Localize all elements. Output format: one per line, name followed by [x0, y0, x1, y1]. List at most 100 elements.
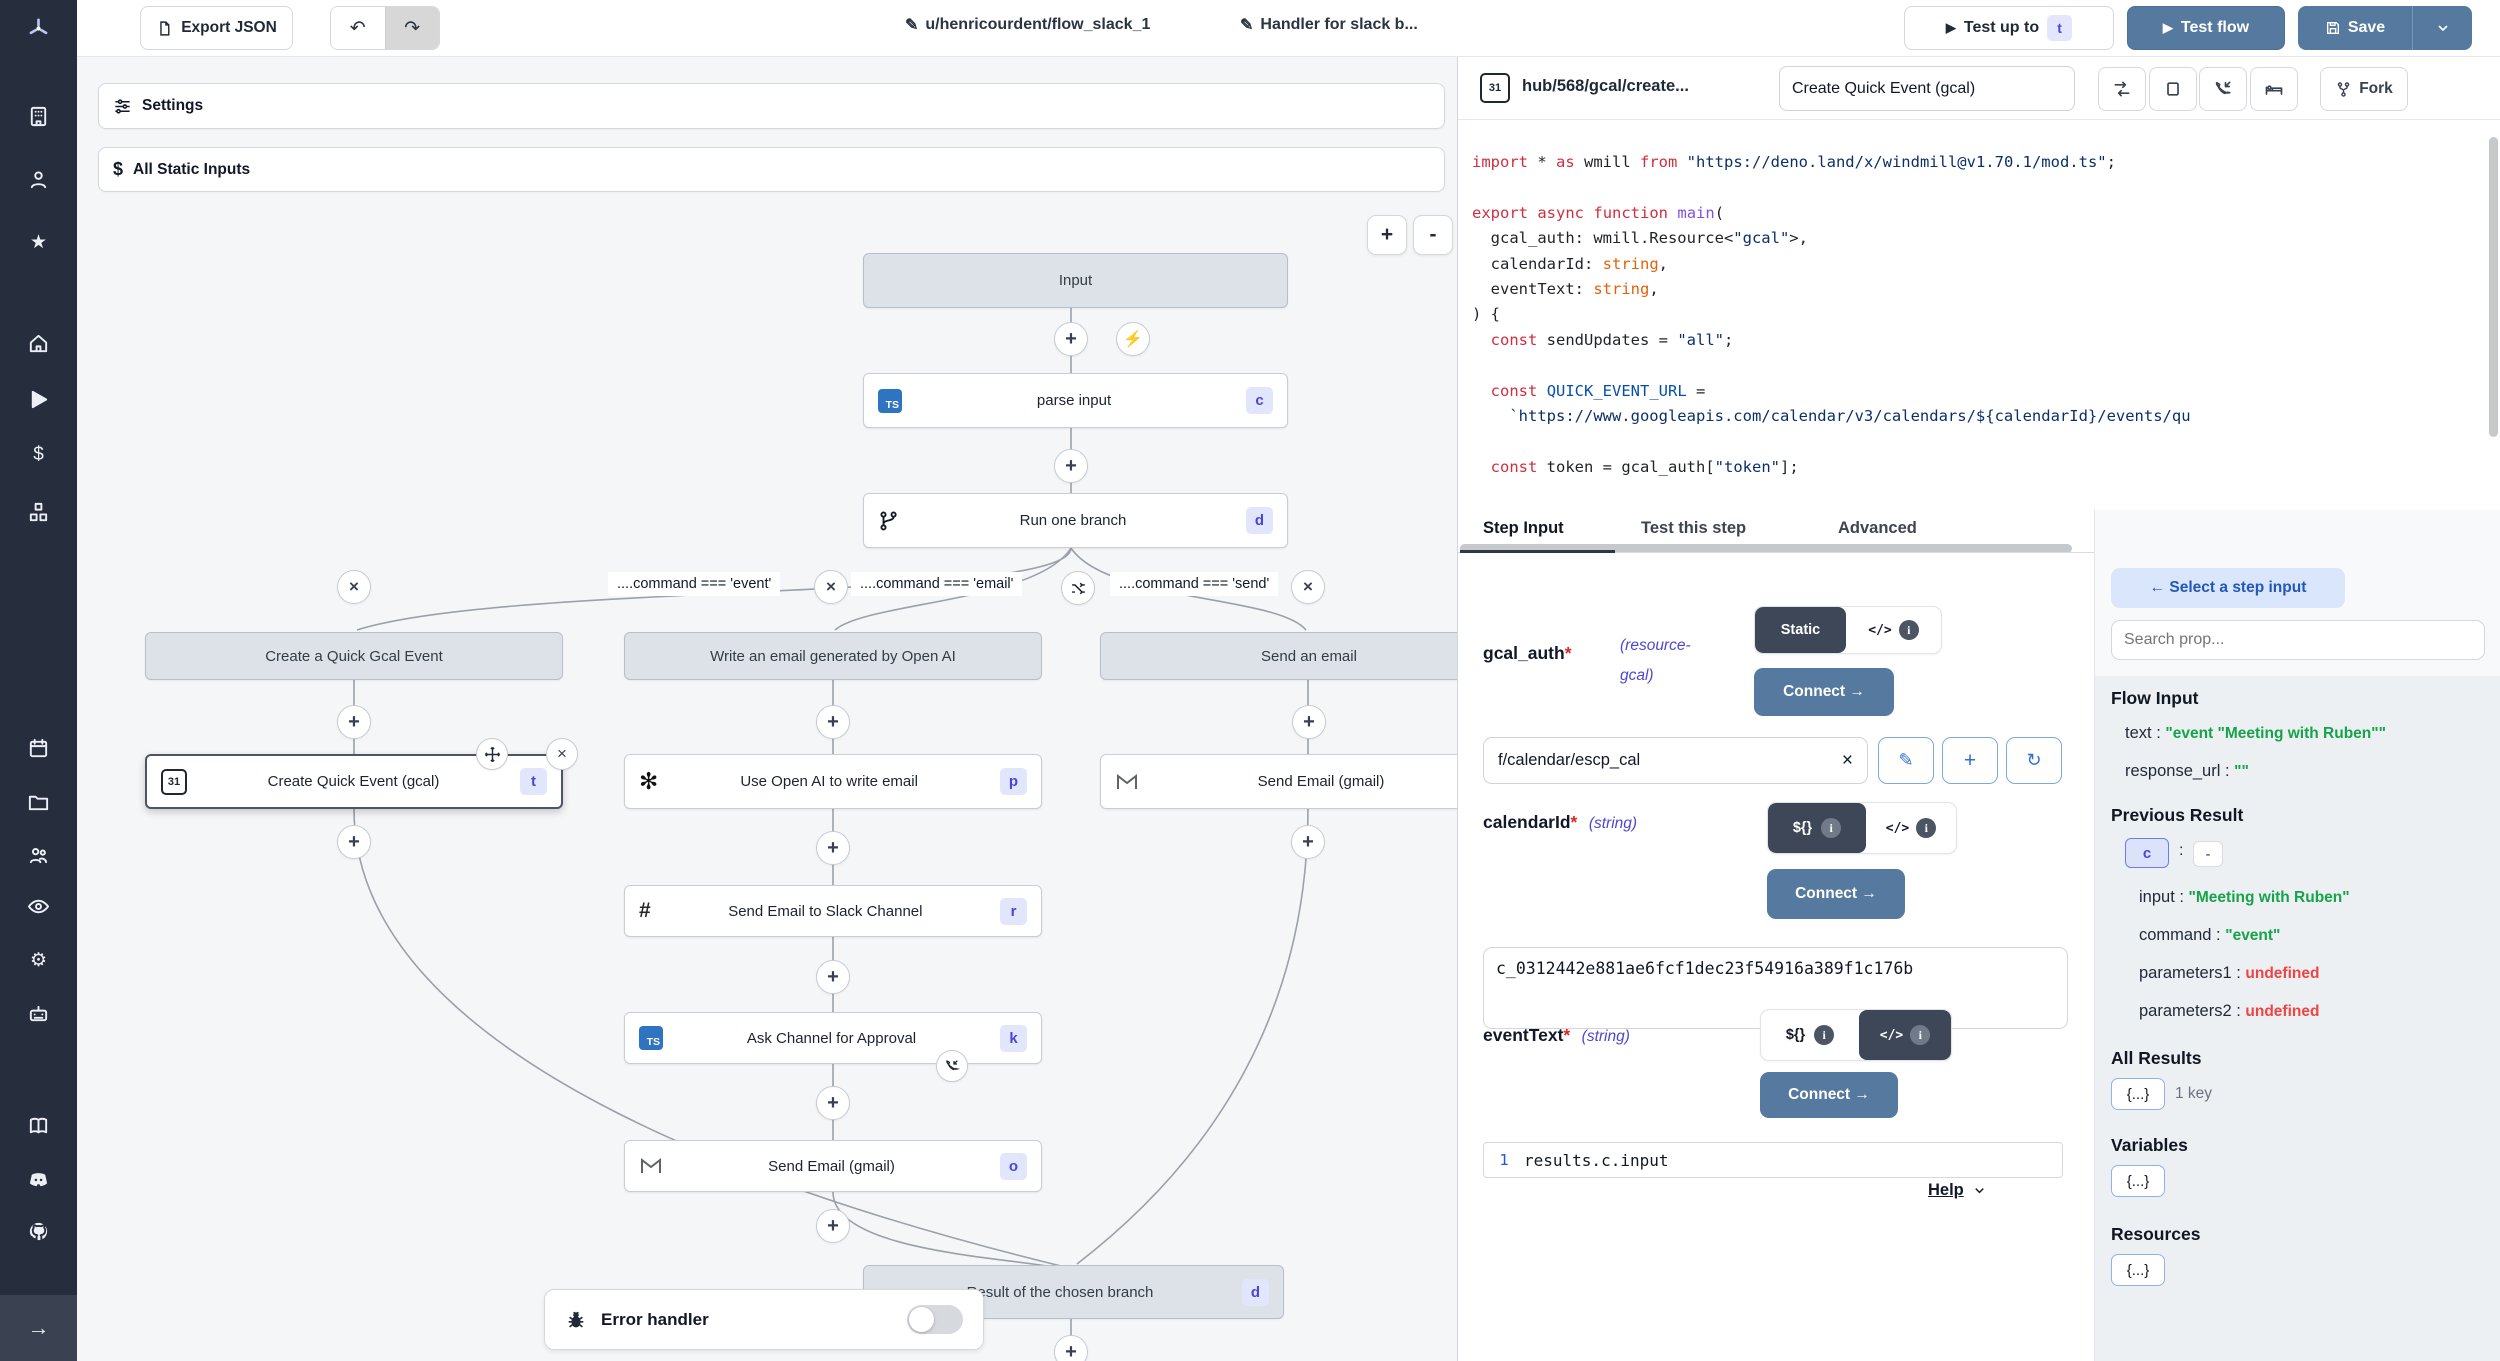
suspend-phone-icon[interactable]	[936, 1050, 968, 1082]
gcal-auth-mode-toggle[interactable]: Static </> i	[1754, 606, 1942, 654]
test-up-to-button[interactable]: ▶ Test up to t	[1904, 6, 2114, 50]
prop-row-parameters1[interactable]: parameters1 : undefined	[2139, 964, 2319, 983]
flow-node-use-openai[interactable]: ✻ Use Open AI to write email p	[624, 754, 1042, 809]
add-step-button[interactable]: +	[337, 825, 371, 859]
fork-button[interactable]: Fork	[2320, 67, 2408, 111]
flow-node-input[interactable]: Input	[863, 253, 1288, 308]
add-step-button[interactable]: +	[337, 705, 371, 739]
discord-icon[interactable]	[0, 1159, 77, 1199]
code-vscrollbar[interactable]	[2489, 137, 2498, 437]
code-mode-option[interactable]: </> i	[1859, 1010, 1951, 1060]
step-name-input[interactable]	[1779, 66, 2075, 111]
branch-predicate-icon[interactable]	[1061, 571, 1095, 605]
template-mode-option[interactable]: ${} i	[1768, 803, 1866, 853]
add-step-button[interactable]: +	[1291, 825, 1325, 859]
flow-summary-breadcrumb[interactable]: ✎ Handler for slack b...	[1240, 15, 1418, 35]
flow-node-ask-approval[interactable]: TS Ask Channel for Approval k	[624, 1012, 1042, 1064]
flow-path-breadcrumb[interactable]: ✎ u/henricourdent/flow_slack_1	[905, 15, 1150, 35]
add-step-button[interactable]: +	[1054, 322, 1088, 356]
delete-branch-button[interactable]: ×	[814, 570, 848, 604]
static-mode-option[interactable]: Static	[1755, 607, 1846, 653]
branch-header[interactable]: Send an email	[1100, 632, 1458, 680]
undo-button[interactable]: ↶	[331, 7, 385, 49]
info-icon[interactable]: i	[1899, 620, 1919, 640]
code-editor[interactable]: import * as wmill from "https://deno.lan…	[1458, 120, 2500, 544]
template-mode-option[interactable]: ${} i	[1761, 1010, 1859, 1060]
sync-script-button[interactable]	[2098, 67, 2146, 111]
prop-row-response-url[interactable]: response_url : ""	[2125, 762, 2249, 781]
add-step-button[interactable]: +	[1054, 1335, 1088, 1361]
zoom-in-button[interactable]: +	[1367, 215, 1407, 255]
tab-step-input[interactable]: Step Input	[1483, 519, 1564, 538]
tab-advanced[interactable]: Advanced	[1838, 519, 1917, 538]
code-mode-option[interactable]: </> i	[1846, 607, 1941, 653]
prop-row-input[interactable]: input : "Meeting with Ruben"	[2139, 888, 2350, 907]
clear-x-icon[interactable]: ×	[1842, 750, 1853, 772]
add-step-button[interactable]: +	[816, 1086, 850, 1120]
audit-eye-icon[interactable]	[0, 886, 77, 926]
export-json-button[interactable]: Export JSON	[140, 6, 293, 50]
info-icon[interactable]: i	[1814, 1025, 1834, 1045]
event-text-connect-button[interactable]: Connect →	[1760, 1072, 1898, 1118]
prop-row-text[interactable]: text : "event "Meeting with Ruben""	[2125, 724, 2386, 743]
prop-row-command[interactable]: command : "event"	[2139, 926, 2280, 945]
redo-button[interactable]: ↷	[385, 7, 440, 49]
user-icon[interactable]	[0, 159, 77, 199]
move-node-handle[interactable]	[476, 738, 508, 770]
select-step-input-pill[interactable]: ← Select a step input	[2111, 568, 2345, 608]
add-step-button[interactable]: +	[816, 960, 850, 994]
tab-test-this-step[interactable]: Test this step	[1641, 519, 1746, 538]
code-mode-option[interactable]: </> i	[1866, 803, 1956, 853]
calendar-id-connect-button[interactable]: Connect →	[1767, 869, 1905, 919]
add-step-button[interactable]: +	[816, 705, 850, 739]
flow-settings-bar[interactable]: Settings	[98, 83, 1445, 129]
gcal-auth-connect-button[interactable]: Connect →	[1754, 668, 1894, 716]
test-flow-button[interactable]: ▶ Test flow	[2127, 6, 2285, 50]
branch-header[interactable]: Create a Quick Gcal Event	[145, 632, 563, 680]
favorites-star-icon[interactable]: ★	[0, 222, 77, 262]
event-text-expr-editor[interactable]: 1 results.c.input	[1483, 1142, 2063, 1178]
flow-node-send-slack[interactable]: # Send Email to Slack Channel r	[624, 885, 1042, 937]
event-text-mode-toggle[interactable]: ${} i </> i	[1760, 1009, 1952, 1061]
previous-step-badge[interactable]: c	[2125, 838, 2169, 868]
all-static-inputs-bar[interactable]: $ All Static Inputs	[98, 147, 1445, 192]
flow-node-parse-input[interactable]: TS parse input c	[863, 373, 1288, 428]
collapse-button[interactable]: -	[2193, 841, 2223, 867]
runs-play-icon[interactable]	[0, 379, 77, 419]
add-step-button[interactable]: +	[1054, 449, 1088, 483]
info-icon[interactable]: i	[1821, 818, 1841, 838]
workers-robot-icon[interactable]	[0, 993, 77, 1033]
variables-brace-button[interactable]: {...}	[2111, 1165, 2165, 1197]
docs-book-icon[interactable]	[0, 1106, 77, 1146]
stop-button[interactable]	[2149, 67, 2197, 111]
info-icon[interactable]: i	[1910, 1025, 1930, 1045]
settings-gear-icon[interactable]: ⚙	[0, 940, 77, 980]
all-results-brace-button[interactable]: {...}	[2111, 1078, 2165, 1110]
delete-branch-button[interactable]: ×	[337, 570, 371, 604]
flow-node-run-one-branch[interactable]: Run one branch d	[863, 493, 1288, 548]
collapse-sidebar-arrow-icon[interactable]: →	[0, 1295, 77, 1361]
suspend-button[interactable]	[2199, 67, 2247, 111]
zoom-out-button[interactable]: -	[1413, 215, 1453, 255]
delete-node-button[interactable]: ×	[546, 738, 578, 770]
schedules-calendar-icon[interactable]	[0, 728, 77, 768]
trigger-bolt-icon[interactable]: ⚡	[1116, 322, 1150, 356]
resources-brace-button[interactable]: {...}	[2111, 1254, 2165, 1286]
refresh-resource-button[interactable]: ↻	[2006, 737, 2062, 784]
error-handler-toggle[interactable]	[907, 1305, 963, 1334]
add-resource-button[interactable]: +	[1942, 737, 1998, 784]
help-link[interactable]: Help	[1928, 1181, 1987, 1200]
add-step-button[interactable]: +	[816, 831, 850, 865]
gcal-auth-resource-input[interactable]: f/calendar/escp_cal ×	[1483, 737, 1868, 784]
info-icon[interactable]: i	[1916, 818, 1936, 838]
resources-cubes-icon[interactable]	[0, 492, 77, 532]
github-icon[interactable]	[0, 1211, 77, 1251]
edit-resource-button[interactable]: ✎	[1878, 737, 1934, 784]
search-prop-input[interactable]	[2111, 620, 2485, 660]
delete-branch-button[interactable]: ×	[1291, 570, 1325, 604]
add-step-button[interactable]: +	[1292, 705, 1326, 739]
flow-node-send-email-gmail-2[interactable]: Send Email (gmail) o	[624, 1140, 1042, 1192]
windmill-logo[interactable]	[0, 8, 77, 48]
branch-header[interactable]: Write an email generated by Open AI	[624, 632, 1042, 680]
calendar-id-mode-toggle[interactable]: ${} i </> i	[1767, 802, 1957, 854]
